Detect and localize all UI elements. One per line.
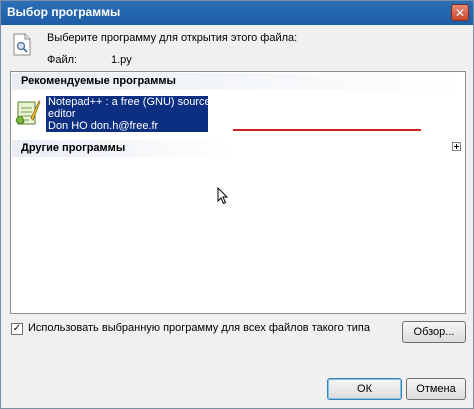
program-name-continued: editor	[48, 108, 76, 120]
recommended-programs-header: Рекомендуемые программы	[12, 73, 464, 90]
document-search-icon	[13, 33, 31, 56]
program-description[interactable]: Notepad++ : a free (GNU) source code edi…	[46, 96, 238, 132]
other-programs-header[interactable]: Другие программы	[12, 140, 232, 157]
open-with-dialog: Выбор программы ✕ Выберите программу для…	[0, 0, 474, 409]
program-item-notepad-plus-plus[interactable]: Notepad++ : a free (GNU) source code edi…	[13, 94, 238, 134]
close-icon: ✕	[454, 6, 466, 20]
program-author: Don HO don.h@free.fr	[48, 120, 159, 132]
browse-button[interactable]: Обзор...	[402, 321, 466, 343]
always-use-checkbox[interactable]: ✓	[11, 323, 23, 335]
ok-button[interactable]: ОК	[327, 378, 402, 400]
title-bar[interactable]: Выбор программы ✕	[1, 1, 473, 25]
file-name: 1.py	[111, 54, 132, 66]
dialog-prompt: Выберите программу для открытия этого фа…	[47, 32, 298, 44]
window-title: Выбор программы	[7, 5, 121, 19]
check-mark-icon: ✓	[12, 323, 22, 334]
file-label: Файл:	[47, 54, 78, 66]
plus-expand-icon[interactable]	[452, 142, 461, 151]
mouse-pointer-icon	[217, 187, 229, 205]
notepad-plus-plus-icon	[15, 100, 41, 125]
always-use-label[interactable]: Использовать выбранную программу для все…	[28, 322, 370, 334]
cancel-button[interactable]: Отмена	[406, 378, 466, 400]
close-button[interactable]: ✕	[451, 4, 469, 21]
program-list[interactable]: Рекомендуемые программы Notepad++ : a fr…	[10, 71, 466, 314]
program-name-line: Notepad++ : a free (GNU) source code	[48, 96, 238, 108]
annotation-red-line	[233, 129, 421, 131]
